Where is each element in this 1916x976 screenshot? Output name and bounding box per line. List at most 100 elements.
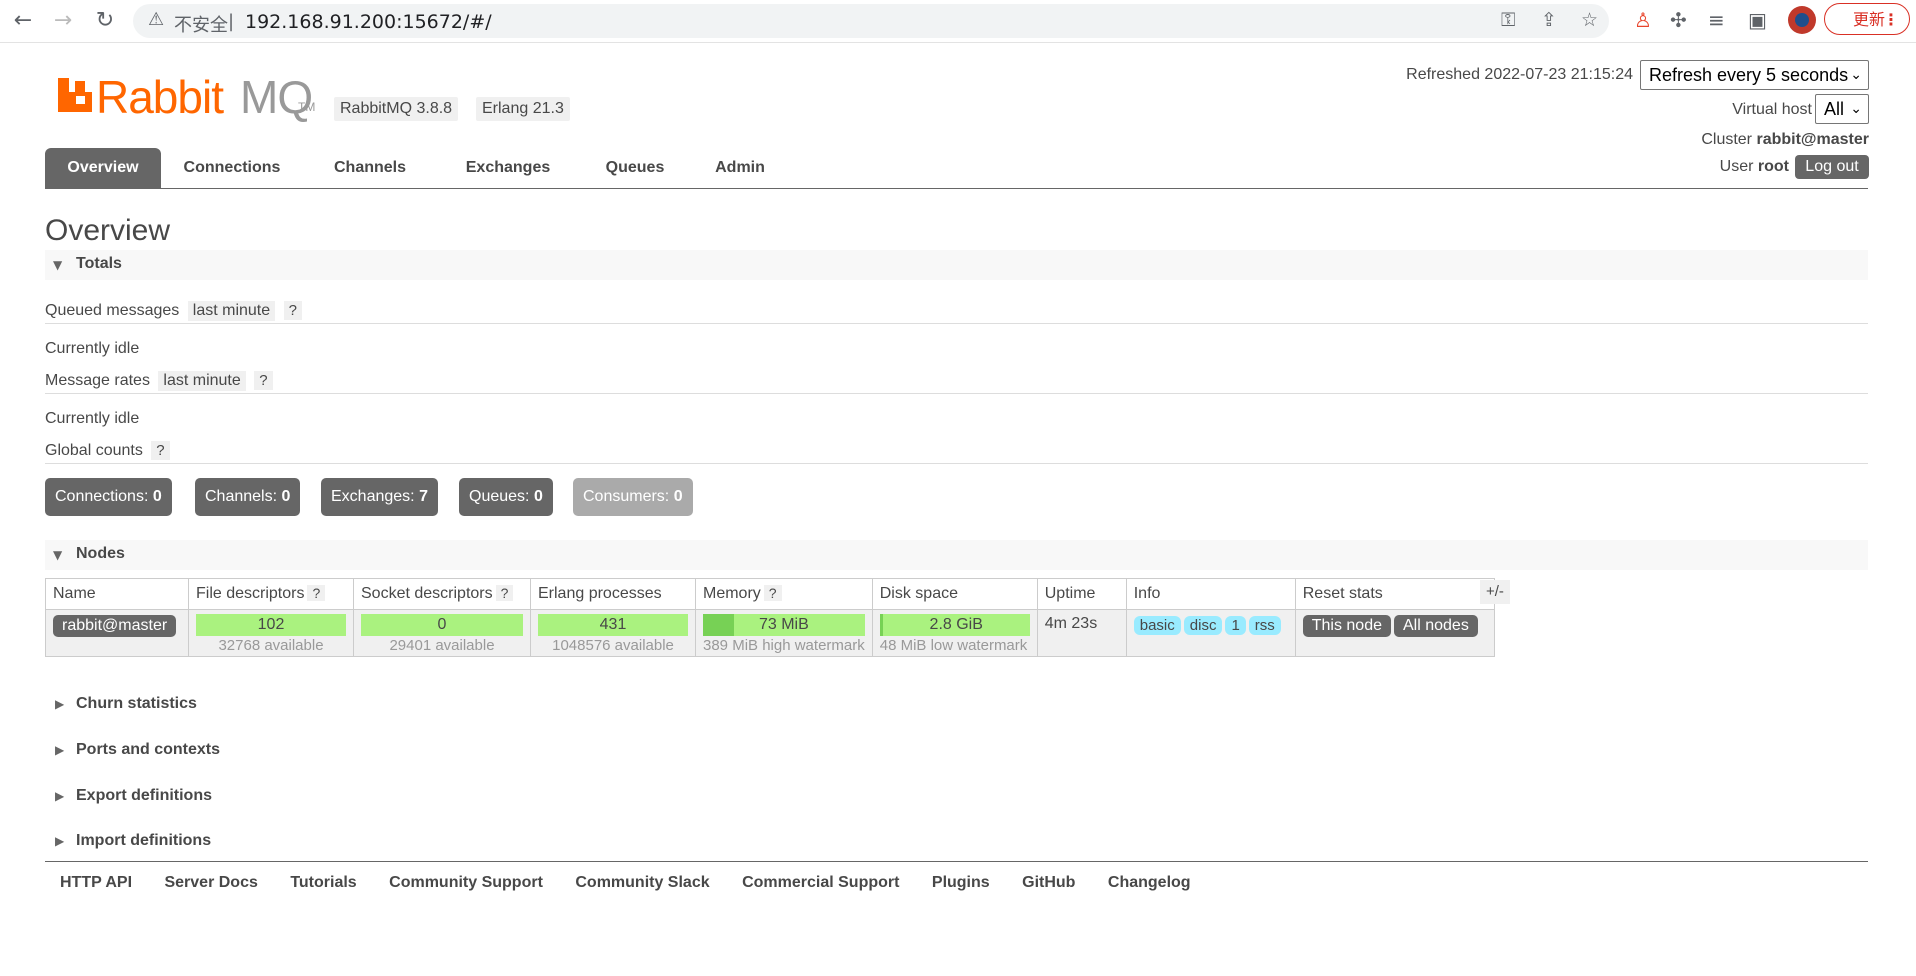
cell-fd: 102 32768 available xyxy=(188,609,354,657)
footer-link-tutorials[interactable]: Tutorials xyxy=(290,874,356,891)
media-icon[interactable]: ≡ xyxy=(1708,8,1725,32)
footer-link-changelog[interactable]: Changelog xyxy=(1108,874,1191,891)
address-bar[interactable]: ⚠ 不安全 | 192.168.91.200:15672/#/ ⚿ ⇪ ☆ xyxy=(133,4,1609,38)
global-counts-label: Global counts xyxy=(45,442,143,459)
logout-button[interactable]: Log out xyxy=(1795,155,1869,179)
browser-toolbar: ← → ↻ ⚠ 不安全 | 192.168.91.200:15672/#/ ⚿ … xyxy=(0,0,1916,43)
footer-link-github[interactable]: GitHub xyxy=(1022,874,1075,891)
collapsed-triangle-icon: ▶ xyxy=(55,743,65,757)
vhost-select[interactable]: All ⌄ xyxy=(1815,94,1869,124)
update-label: 更新 xyxy=(1853,10,1886,29)
section-label: Ports and contexts xyxy=(76,741,221,758)
footer-link-commercial-support[interactable]: Commercial Support xyxy=(742,874,899,891)
cell-uptime: 4m 23s xyxy=(1036,609,1127,657)
help-icon[interactable]: ? xyxy=(254,371,273,390)
count-consumers[interactable]: Consumers: 0 xyxy=(573,478,693,516)
tab-connections[interactable]: Connections xyxy=(177,148,287,188)
count-label: Queues: xyxy=(469,488,530,505)
forward-icon[interactable]: → xyxy=(50,8,76,34)
fd-bar: 102 xyxy=(196,614,346,636)
refresh-select[interactable]: Refresh every 5 seconds ⌄ xyxy=(1640,60,1869,90)
col-label: Memory xyxy=(703,585,761,602)
divider xyxy=(45,323,1868,324)
table-row: rabbit@master 102 32768 available 0 2940… xyxy=(45,609,1495,657)
uptime-value: 4m 23s xyxy=(1044,615,1098,632)
count-channels[interactable]: Channels: 0 xyxy=(195,478,301,516)
import-definitions-section[interactable]: ▶ Import definitions xyxy=(45,832,211,850)
queued-messages-row: Queued messages last minute ? xyxy=(45,301,302,321)
tab-exchanges[interactable]: Exchanges xyxy=(455,148,561,188)
nodes-section-header[interactable]: ▼ Nodes xyxy=(45,540,1868,570)
count-value: 0 xyxy=(673,488,683,505)
count-label: Exchanges: xyxy=(331,488,415,505)
cell-ep: 431 1048576 available xyxy=(530,609,696,657)
tab-queues[interactable]: Queues xyxy=(595,148,675,188)
page-title: Overview xyxy=(45,214,171,247)
footer-link-http-api[interactable]: HTTP API xyxy=(60,874,132,891)
count-value: 0 xyxy=(533,488,543,505)
vhost-select-value: All xyxy=(1824,99,1845,119)
security-label: 不安全 xyxy=(174,15,228,36)
message-rates-label: Message rates xyxy=(45,372,150,389)
help-icon[interactable]: ? xyxy=(283,301,302,320)
expanded-triangle-icon: ▼ xyxy=(53,258,63,272)
disk-bar: 2.8 GiB xyxy=(879,614,1030,636)
count-connections[interactable]: Connections: 0 xyxy=(45,478,172,516)
churn-statistics-section[interactable]: ▶ Churn statistics xyxy=(45,695,197,713)
memory-fill xyxy=(703,614,734,636)
tab-channels[interactable]: Channels xyxy=(325,148,415,188)
help-icon[interactable]: ? xyxy=(307,585,326,601)
help-icon[interactable]: ? xyxy=(151,441,170,460)
info-tag-basic: basic xyxy=(1133,616,1181,635)
update-button[interactable]: 更新 ⋮ xyxy=(1824,3,1910,35)
share-icon[interactable]: ⇪ xyxy=(1541,9,1557,31)
footer-link-community-slack[interactable]: Community Slack xyxy=(575,874,709,891)
count-queues[interactable]: Queues: 0 xyxy=(459,478,553,516)
ep-bar: 431 xyxy=(538,614,688,636)
totals-title: Totals xyxy=(76,255,122,272)
cell-sd: 0 29401 available xyxy=(353,609,531,657)
info-tag-count: 1 xyxy=(1225,616,1246,635)
col-socket-descriptors: Socket descriptors? xyxy=(353,578,531,610)
col-name: Name xyxy=(45,578,189,610)
col-memory: Memory? xyxy=(695,578,873,610)
tab-admin[interactable]: Admin xyxy=(705,148,775,188)
sidepanel-icon[interactable]: ▣ xyxy=(1748,8,1767,32)
message-rates-row: Message rates last minute ? xyxy=(45,371,273,391)
reset-all-nodes-button[interactable]: All nodes xyxy=(1394,615,1478,637)
memory-used: 73 MiB xyxy=(758,616,809,633)
count-label: Connections: xyxy=(55,488,149,505)
refreshed-text: Refreshed 2022-07-23 21:15:24 xyxy=(1406,66,1633,83)
footer-link-server-docs[interactable]: Server Docs xyxy=(164,874,257,891)
user-info: User root xyxy=(1720,158,1789,176)
help-icon[interactable]: ? xyxy=(495,585,514,601)
key-icon[interactable]: ⚿ xyxy=(1501,9,1515,31)
ports-contexts-section[interactable]: ▶ Ports and contexts xyxy=(45,741,220,759)
url-text[interactable]: 192.168.91.200:15672/#/ xyxy=(245,11,492,33)
tab-overview[interactable]: Overview xyxy=(45,148,161,188)
nodes-title: Nodes xyxy=(76,545,125,562)
user-label: User xyxy=(1719,158,1754,175)
help-icon[interactable]: ? xyxy=(763,585,782,601)
puzzle-icon[interactable]: ✣ xyxy=(1670,8,1687,32)
rates-range-chip[interactable]: last minute xyxy=(158,371,246,391)
extension-icon[interactable]: ♙ xyxy=(1634,8,1652,32)
divider xyxy=(45,463,1868,464)
reset-this-node-button[interactable]: This node xyxy=(1302,615,1391,637)
count-exchanges[interactable]: Exchanges: 7 xyxy=(321,478,438,516)
back-icon[interactable]: ← xyxy=(10,8,36,34)
footer-link-plugins[interactable]: Plugins xyxy=(932,874,990,891)
export-definitions-section[interactable]: ▶ Export definitions xyxy=(45,787,212,805)
profile-avatar[interactable] xyxy=(1788,6,1816,34)
footer-link-community-support[interactable]: Community Support xyxy=(389,874,543,891)
reload-icon[interactable]: ↻ xyxy=(92,8,118,34)
node-name-link[interactable]: rabbit@master xyxy=(53,615,177,637)
cluster-info: Cluster rabbit@master xyxy=(1701,131,1869,149)
sd-available: 29401 available xyxy=(389,637,495,654)
queued-range-chip[interactable]: last minute xyxy=(187,301,276,321)
user-value: root xyxy=(1757,158,1789,175)
totals-section-header[interactable]: ▼ Totals xyxy=(45,250,1868,280)
column-toggle-button[interactable]: +/- xyxy=(1480,580,1510,604)
info-tag-disc: disc xyxy=(1183,616,1223,635)
star-icon[interactable]: ☆ xyxy=(1581,9,1598,31)
